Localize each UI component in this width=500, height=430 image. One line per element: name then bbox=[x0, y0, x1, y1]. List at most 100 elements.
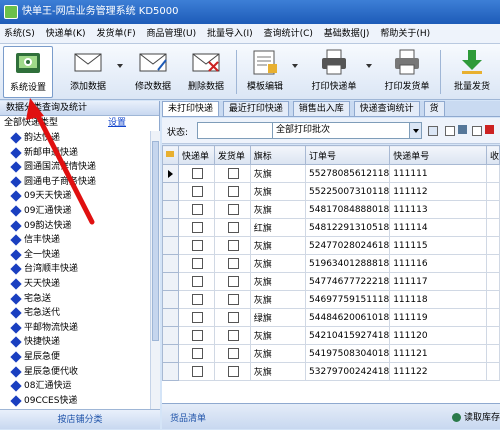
order-number-cell[interactable]: 54484620061018 bbox=[305, 308, 391, 327]
row-header[interactable] bbox=[162, 218, 179, 237]
table-row[interactable]: 灰旗 55225007310118 111112 bbox=[162, 182, 500, 201]
tracking-number-cell[interactable]: 111120 bbox=[389, 326, 487, 345]
receiver-cell[interactable] bbox=[485, 362, 500, 381]
order-number-cell[interactable]: 54197508304018 bbox=[305, 344, 391, 363]
order-number-cell[interactable]: 53279700242418 bbox=[305, 362, 391, 381]
tree-item[interactable]: 09韵达快递 bbox=[0, 219, 150, 234]
filter-checkbox[interactable] bbox=[472, 126, 482, 136]
order-number-cell[interactable]: 54812291310518 bbox=[305, 218, 391, 237]
flag-cell[interactable]: 红旗 bbox=[249, 218, 307, 237]
tree-item[interactable]: 星辰急便代收 bbox=[0, 365, 150, 380]
column-header[interactable]: 快递单 bbox=[177, 145, 215, 165]
tree-root[interactable]: 全部快递类型 设置 bbox=[0, 116, 159, 130]
shop-category-button[interactable]: 按店铺分类 bbox=[0, 409, 160, 429]
tree-item[interactable]: 快捷快递 bbox=[0, 335, 150, 350]
delivery-checkbox[interactable] bbox=[228, 276, 240, 287]
flag-cell[interactable]: 绿旗 bbox=[249, 308, 307, 327]
flag-cell[interactable]: 灰旗 bbox=[249, 254, 307, 273]
receiver-cell[interactable] bbox=[485, 182, 500, 201]
tracking-number-cell[interactable]: 111114 bbox=[389, 218, 487, 237]
express-checkbox[interactable] bbox=[192, 240, 204, 251]
tree-item[interactable]: 圆通国流详情快递 bbox=[0, 160, 150, 175]
table-row[interactable]: 灰旗 53279700242418 111122 bbox=[162, 362, 500, 381]
tree-item[interactable]: 宅急送代 bbox=[0, 306, 150, 321]
table-row[interactable]: 灰旗 54817084888018 111113 bbox=[162, 200, 500, 219]
flag-cell[interactable]: 灰旗 bbox=[249, 362, 307, 381]
order-number-cell[interactable]: 55278085612118 bbox=[305, 164, 391, 183]
column-header[interactable]: 收 bbox=[485, 145, 500, 165]
print-express-button[interactable]: 打印快递单 bbox=[305, 46, 363, 98]
row-header[interactable] bbox=[162, 254, 179, 273]
express-checkbox[interactable] bbox=[192, 186, 204, 197]
tree-item[interactable]: 09汇通快递 bbox=[0, 204, 150, 219]
tab-unprinted-express[interactable]: 未打印快递 bbox=[162, 101, 220, 116]
delivery-checkbox[interactable] bbox=[228, 258, 240, 269]
receiver-cell[interactable] bbox=[485, 272, 500, 291]
column-header[interactable]: 快递单号 bbox=[389, 145, 487, 165]
tree-item[interactable]: 星辰急便 bbox=[0, 350, 150, 365]
row-header[interactable] bbox=[162, 272, 179, 291]
tab-express-stats[interactable]: 快递查询统计 bbox=[353, 101, 420, 116]
order-number-cell[interactable]: 52477028024618 bbox=[305, 236, 391, 255]
print-express-dropdown[interactable] bbox=[366, 64, 372, 68]
column-header[interactable]: 发货单 bbox=[213, 145, 251, 165]
system-settings-button[interactable]: 系统设置 bbox=[3, 46, 53, 98]
tracking-number-cell[interactable]: 111121 bbox=[389, 344, 487, 363]
delivery-checkbox[interactable] bbox=[228, 168, 240, 179]
edit-data-button[interactable]: 修改数据 bbox=[128, 46, 178, 98]
tracking-number-cell[interactable]: 111112 bbox=[389, 182, 487, 201]
flag-cell[interactable]: 灰旗 bbox=[249, 182, 307, 201]
delivery-checkbox[interactable] bbox=[228, 330, 240, 341]
express-checkbox[interactable] bbox=[192, 276, 204, 287]
receiver-cell[interactable] bbox=[485, 344, 500, 363]
express-checkbox[interactable] bbox=[192, 330, 204, 341]
batch-ship-button[interactable]: 批量发货 bbox=[446, 46, 498, 98]
delivery-checkbox[interactable] bbox=[228, 204, 240, 215]
express-checkbox[interactable] bbox=[192, 366, 204, 377]
row-header[interactable] bbox=[162, 290, 179, 309]
menu-system[interactable]: 系统(S) bbox=[0, 24, 39, 43]
tracking-number-cell[interactable]: 111111 bbox=[389, 164, 487, 183]
tracking-number-cell[interactable]: 111113 bbox=[389, 200, 487, 219]
settings-link[interactable]: 设置 bbox=[108, 116, 126, 130]
flag-icon[interactable] bbox=[458, 125, 467, 134]
express-checkbox[interactable] bbox=[192, 258, 204, 269]
table-row[interactable]: 灰旗 55278085612118 111111 bbox=[162, 164, 500, 183]
menu-query[interactable]: 查询统计(C) bbox=[260, 24, 317, 43]
delivery-checkbox[interactable] bbox=[228, 366, 240, 377]
delivery-checkbox[interactable] bbox=[228, 186, 240, 197]
flag-cell[interactable]: 灰旗 bbox=[249, 344, 307, 363]
order-number-cell[interactable]: 51963401288818 bbox=[305, 254, 391, 273]
tracking-number-cell[interactable]: 111115 bbox=[389, 236, 487, 255]
add-data-dropdown[interactable] bbox=[117, 64, 123, 68]
table-row[interactable]: 灰旗 51963401288818 111116 bbox=[162, 254, 500, 273]
tree-scrollbar[interactable] bbox=[150, 131, 160, 409]
column-header[interactable]: 订单号 bbox=[305, 145, 391, 165]
tree-root-label[interactable]: 全部快递类型 bbox=[4, 118, 58, 128]
row-header[interactable] bbox=[162, 236, 179, 255]
tree-item[interactable]: 信丰快递 bbox=[0, 233, 150, 248]
receiver-cell[interactable] bbox=[485, 200, 500, 219]
tree-item[interactable]: 台湾顺丰快递 bbox=[0, 262, 150, 277]
order-number-cell[interactable]: 54210415927418 bbox=[305, 326, 391, 345]
order-number-cell[interactable]: 55225007310118 bbox=[305, 182, 391, 201]
flag-cell[interactable]: 灰旗 bbox=[249, 164, 307, 183]
row-header[interactable] bbox=[162, 200, 179, 219]
row-header[interactable] bbox=[162, 308, 179, 327]
filter-checkbox[interactable] bbox=[445, 126, 455, 136]
receiver-cell[interactable] bbox=[485, 236, 500, 255]
tree-item[interactable]: 全一快递 bbox=[0, 248, 150, 263]
table-row[interactable]: 灰旗 52477028024618 111115 bbox=[162, 236, 500, 255]
delivery-checkbox[interactable] bbox=[228, 294, 240, 305]
delivery-checkbox[interactable] bbox=[228, 222, 240, 233]
template-dropdown[interactable] bbox=[292, 64, 298, 68]
tree-item[interactable]: 韵达快递 bbox=[0, 131, 150, 146]
flag-cell[interactable]: 灰旗 bbox=[249, 326, 307, 345]
delivery-checkbox[interactable] bbox=[228, 348, 240, 359]
red-flag-icon[interactable] bbox=[485, 125, 494, 134]
column-header[interactable]: 旗标 bbox=[249, 145, 307, 165]
express-checkbox[interactable] bbox=[192, 204, 204, 215]
add-data-button[interactable]: 添加数据 bbox=[62, 46, 114, 98]
tracking-number-cell[interactable]: 111118 bbox=[389, 290, 487, 309]
row-header[interactable] bbox=[162, 164, 179, 183]
